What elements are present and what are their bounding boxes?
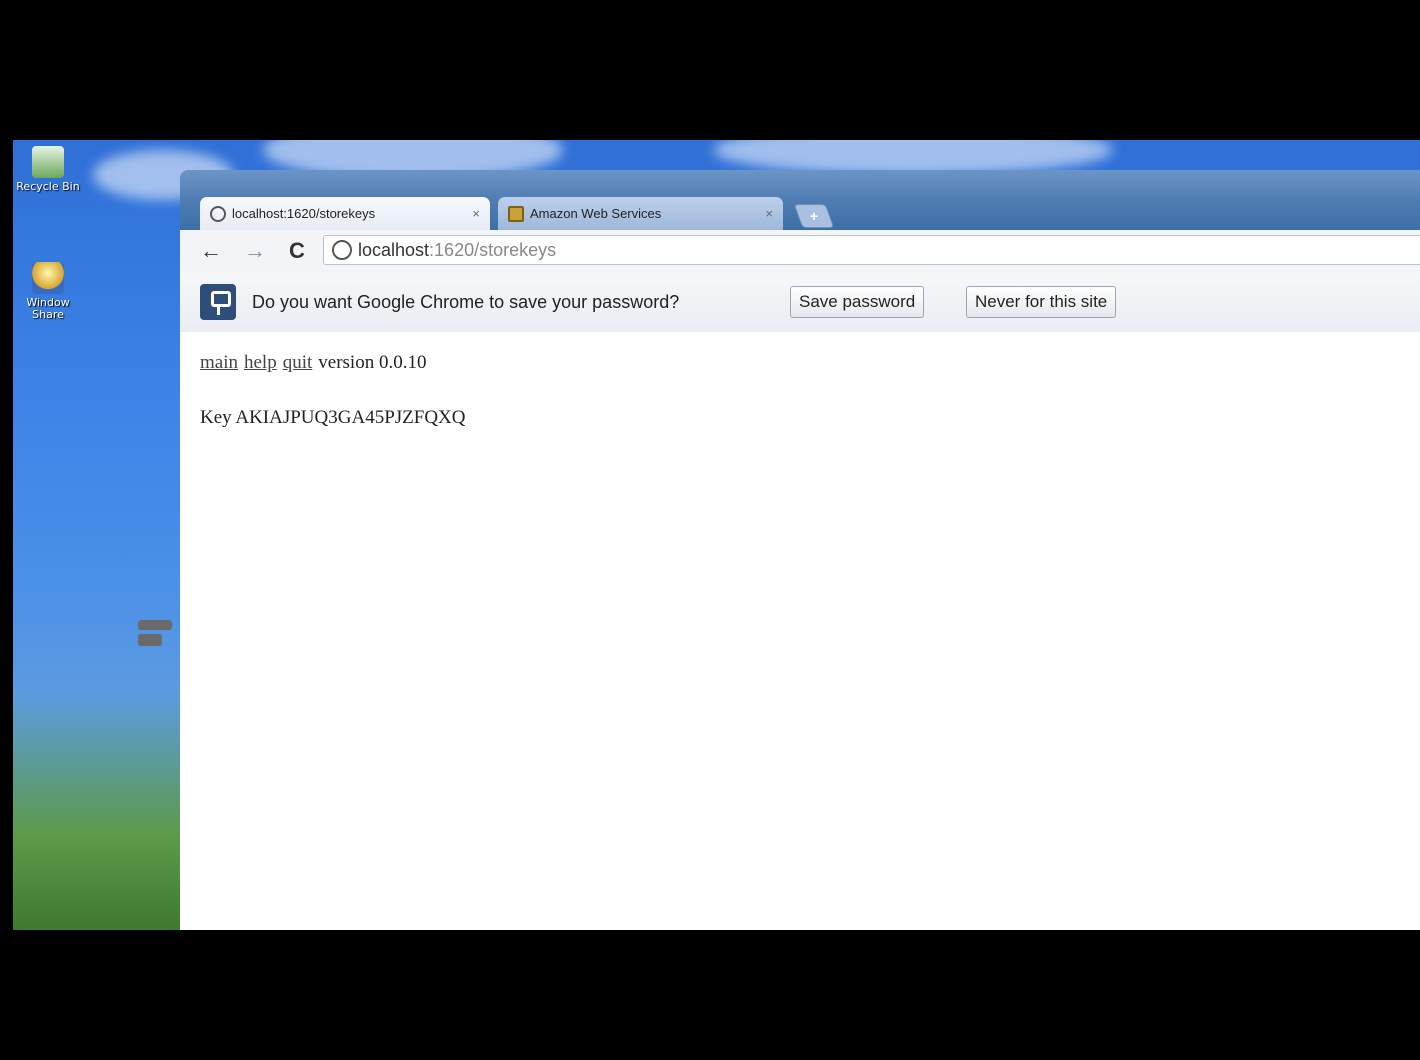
url-path: :1620/storekeys: [429, 239, 557, 260]
reload-icon: C: [289, 238, 305, 263]
browser-toolbar: ← → C localhost :1620/storekeys: [180, 230, 1420, 273]
key-value: AKIAJPUQ3GA45PJZFQXQ: [235, 407, 466, 428]
nav-links: main help quit version 0.0.10: [200, 352, 426, 374]
forward-arrow-icon: →: [244, 238, 266, 263]
never-for-this-site-button[interactable]: Never for this site: [966, 286, 1117, 318]
tab-storekeys[interactable]: localhost:1620/storekeys ×: [200, 197, 490, 230]
save-password-infobar: Do you want Google Chrome to save your p…: [180, 272, 1420, 333]
desktop-screen: Recycle Bin Window Share localhost:1620/…: [13, 140, 1420, 930]
desktop-icon-label: Recycle Bin: [16, 180, 80, 193]
tab-title: Amazon Web Services: [530, 206, 662, 221]
key-icon: [200, 284, 236, 320]
quit-link[interactable]: quit: [283, 352, 313, 373]
globe-icon: [210, 205, 226, 222]
version-text: version 0.0.10: [318, 352, 427, 373]
desktop-shortcut-icon[interactable]: [138, 620, 180, 660]
desktop-icon-label: Window Share: [26, 296, 70, 321]
infobar-message: Do you want Google Chrome to save your p…: [252, 292, 680, 312]
close-icon[interactable]: ×: [765, 206, 773, 221]
reload-button[interactable]: C: [284, 238, 310, 264]
help-link[interactable]: help: [244, 352, 277, 373]
url-host: localhost: [358, 239, 430, 260]
key-label: Key: [200, 407, 232, 428]
back-arrow-icon: ←: [200, 238, 222, 263]
plus-icon: +: [809, 208, 819, 224]
tab-strip: localhost:1620/storekeys × Amazon Web Se…: [180, 170, 1420, 232]
page-content: main help quit version 0.0.10 Key AKIAJPUQ3…: [180, 332, 1420, 930]
main-link[interactable]: main: [200, 352, 238, 373]
lock-icon: [508, 205, 524, 222]
page-info-icon[interactable]: [332, 240, 352, 260]
save-password-label: Save password: [799, 292, 916, 311]
address-bar[interactable]: localhost :1620/storekeys: [323, 235, 1420, 265]
new-tab-button[interactable]: +: [793, 204, 835, 228]
chrome-window: localhost:1620/storekeys × Amazon Web Se…: [180, 170, 1420, 930]
forward-button[interactable]: →: [242, 238, 268, 264]
back-button[interactable]: ←: [198, 238, 224, 264]
tab-title: localhost:1620/storekeys: [232, 206, 376, 221]
save-password-button[interactable]: Save password: [790, 286, 925, 318]
tab-amazon-web-services[interactable]: Amazon Web Services ×: [498, 197, 783, 230]
key-line: Key AKIAJPUQ3GA45PJZFQXQ: [200, 407, 466, 429]
user-folder-icon: [32, 262, 64, 294]
desktop-icon-user-folder[interactable]: Window Share: [13, 262, 83, 321]
recycle-bin-icon: [32, 146, 64, 178]
close-icon[interactable]: ×: [472, 206, 480, 221]
never-for-this-site-label: Never for this site: [975, 292, 1108, 311]
desktop-icon-recycle-bin[interactable]: Recycle Bin: [13, 146, 83, 193]
